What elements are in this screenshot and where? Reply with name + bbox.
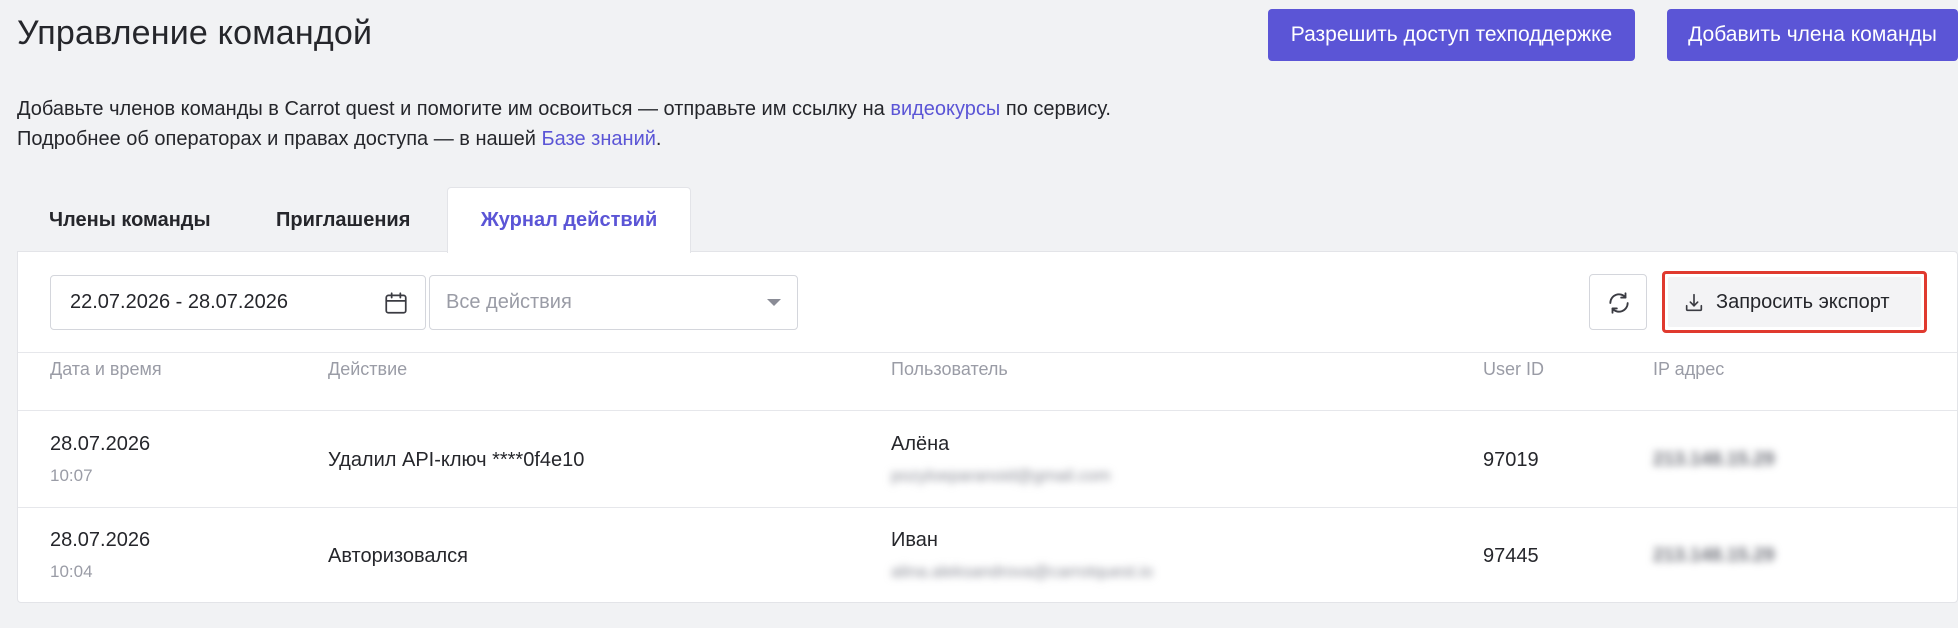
description-text: Подробнее об операторах и правах доступа… <box>17 128 542 150</box>
knowledge-base-link[interactable]: Базе знаний <box>542 128 656 150</box>
divider <box>18 352 1957 353</box>
tab-invitations[interactable]: Приглашения <box>276 188 410 252</box>
divider <box>18 410 1957 411</box>
chevron-down-icon <box>767 299 781 306</box>
page-title: Управление командой <box>17 14 373 52</box>
divider <box>18 507 1957 508</box>
action-filter-placeholder: Все действия <box>446 291 572 313</box>
row-user-name: Иван <box>891 529 938 551</box>
row-ip-address: 213.148.15.29 <box>1653 449 1775 470</box>
row-action: Авторизовался <box>328 545 468 567</box>
refresh-button[interactable] <box>1589 274 1647 330</box>
row-time: 10:07 <box>50 466 93 485</box>
description-line-2: Подробнее об операторах и правах доступа… <box>17 125 661 153</box>
allow-support-access-button[interactable]: Разрешить доступ техподдержке <box>1268 9 1635 61</box>
team-management-page: Управление командой Разрешить доступ тех… <box>0 0 1958 628</box>
tab-team-members[interactable]: Члены команды <box>49 188 211 252</box>
download-icon <box>1685 293 1703 312</box>
description-text: по сервису. <box>1000 98 1111 120</box>
row-user-name: Алёна <box>891 433 950 455</box>
request-export-button[interactable]: Запросить экспорт <box>1662 271 1927 333</box>
column-header-datetime: Дата и время <box>50 359 162 379</box>
row-user-email: alina.aleksandrova@carrotquest.io <box>891 562 1154 581</box>
refresh-icon <box>1609 292 1629 314</box>
calendar-icon <box>385 292 407 314</box>
row-user-id: 97019 <box>1483 449 1539 471</box>
action-filter-select[interactable]: Все действия <box>429 275 798 330</box>
row-date: 28.07.2026 <box>50 433 151 455</box>
row-action: Удалил API-ключ ****0f4e10 <box>328 449 585 471</box>
add-team-member-button[interactable]: Добавить члена команды <box>1667 9 1958 61</box>
row-user-id: 97445 <box>1483 545 1539 567</box>
column-header-user-id: User ID <box>1483 359 1545 379</box>
description-text: Добавьте членов команды в Carrot quest и… <box>17 98 891 120</box>
description-line-1: Добавьте членов команды в Carrot quest и… <box>17 95 1111 123</box>
row-date: 28.07.2026 <box>50 529 151 551</box>
date-range-value: 22.07.2026 - 28.07.2026 <box>70 291 288 313</box>
column-header-user: Пользователь <box>891 359 1008 379</box>
date-range-picker[interactable]: 22.07.2026 - 28.07.2026 <box>50 275 426 330</box>
row-time: 10:04 <box>50 562 93 581</box>
activity-log-panel: 22.07.2026 - 28.07.2026 Все действия Зап… <box>17 251 1958 603</box>
export-button-body: Запросить экспорт <box>1668 277 1921 327</box>
row-ip-address: 213.148.15.29 <box>1653 545 1775 566</box>
row-user-email: pozyloeparanoid@gmail.com <box>891 466 1111 485</box>
description-text: . <box>655 128 662 150</box>
column-header-ip: IP адрес <box>1653 359 1725 379</box>
tab-activity-log[interactable]: Журнал действий <box>447 187 691 253</box>
export-button-label: Запросить экспорт <box>1716 291 1890 313</box>
video-courses-link[interactable]: видеокурсы <box>890 98 1000 120</box>
column-header-action: Действие <box>328 359 408 379</box>
